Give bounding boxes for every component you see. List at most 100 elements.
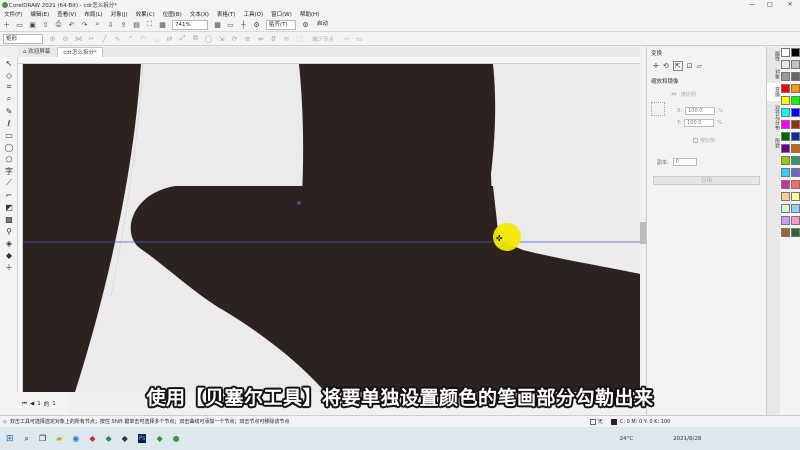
node-add-icon[interactable]: ⊕: [48, 34, 57, 43]
palette-swatch[interactable]: [790, 71, 800, 81]
size-icon[interactable]: ⊡: [687, 62, 693, 70]
menu-bitmaps[interactable]: 位图(B): [163, 10, 182, 18]
lock-ratio-checkbox[interactable]: [693, 138, 698, 143]
upload-icon[interactable]: ⇧: [41, 20, 50, 29]
palette-swatch[interactable]: [790, 59, 800, 69]
palette-swatch[interactable]: [790, 107, 800, 117]
menu-table[interactable]: 表格(T): [217, 10, 236, 18]
add-tool-icon[interactable]: ＋: [2, 261, 16, 273]
explorer-icon[interactable]: ▰: [56, 434, 62, 443]
mirror-horizontal-icon[interactable]: ⇹: [671, 90, 677, 98]
side-tab-align[interactable]: 对齐与分布: [767, 101, 781, 134]
palette-swatch[interactable]: [780, 191, 790, 201]
drop-shadow-icon[interactable]: ◩: [2, 201, 16, 213]
side-tab-transform[interactable]: 变换: [767, 83, 781, 101]
smooth-node-icon[interactable]: ◠: [139, 34, 148, 43]
zoom-dropdown[interactable]: 741%: [172, 19, 208, 30]
tab-welcome[interactable]: ⌂ 欢迎屏幕: [18, 47, 55, 57]
maximize-button[interactable]: □: [762, 0, 778, 9]
palette-swatch[interactable]: [780, 179, 790, 189]
zoom-tool-icon[interactable]: ⌕: [2, 93, 16, 105]
app-icon-4[interactable]: ◆: [156, 434, 162, 443]
export-icon[interactable]: ⇪: [119, 20, 128, 29]
artistic-media-icon[interactable]: ℓ: [2, 117, 16, 129]
align-nodes-icon[interactable]: ≡: [243, 34, 252, 43]
menu-effects[interactable]: 效果(C): [136, 10, 155, 18]
bezier-traced-stroke[interactable]: [130, 186, 640, 392]
launch-dropdown[interactable]: 启动: [315, 20, 345, 30]
palette-swatch[interactable]: [790, 95, 800, 105]
menu-layout[interactable]: 布局(L): [84, 10, 102, 18]
palette-swatch[interactable]: [790, 119, 800, 129]
palette-swatch[interactable]: [780, 167, 790, 177]
reduce-nodes-label[interactable]: 减少节点: [312, 35, 334, 43]
elastic-mode-icon[interactable]: ≋: [282, 34, 291, 43]
print-icon[interactable]: ⎙: [54, 20, 63, 29]
pick-tool-icon[interactable]: ↖: [2, 57, 16, 69]
symmetric-node-icon[interactable]: ◡: [152, 34, 161, 43]
mirror-v-icon[interactable]: ⇵: [269, 34, 278, 43]
glyph-artwork[interactable]: [23, 64, 640, 392]
rectangle-tool-icon[interactable]: ▭: [2, 129, 16, 141]
interactive-fill-icon[interactable]: ◈: [2, 237, 16, 249]
to-line-icon[interactable]: ╱: [100, 34, 109, 43]
guides-icon[interactable]: ┼: [239, 20, 248, 29]
palette-swatch[interactable]: [790, 203, 800, 213]
text-tool-icon[interactable]: 字: [2, 165, 16, 177]
palette-swatch[interactable]: [790, 155, 800, 165]
palette-swatch[interactable]: [780, 119, 790, 129]
menu-edit[interactable]: 编辑(E): [30, 10, 49, 18]
extract-subpath-icon[interactable]: ⧉: [191, 34, 200, 43]
extend-curve-icon[interactable]: ⤢: [178, 34, 187, 43]
palette-swatch[interactable]: [780, 155, 790, 165]
save-icon[interactable]: ▣: [28, 20, 37, 29]
parallel-dimension-icon[interactable]: ⟋: [2, 177, 16, 189]
apply-button[interactable]: 应用: [653, 176, 760, 185]
menu-text[interactable]: 文本(X): [190, 10, 209, 18]
horizontal-ruler[interactable]: [18, 57, 640, 64]
palette-swatch[interactable]: [780, 131, 790, 141]
node-remove-icon[interactable]: ⊖: [61, 34, 70, 43]
undo-icon[interactable]: ↶: [67, 20, 76, 29]
connector-tool-icon[interactable]: ⌐: [2, 189, 16, 201]
stretch-icon[interactable]: ⇲: [217, 34, 226, 43]
search-icon[interactable]: ⌕: [93, 20, 102, 29]
shape-tool-icon[interactable]: ◇: [2, 69, 16, 81]
cusp-node-icon[interactable]: ⌃: [126, 34, 135, 43]
ellipse-tool-icon[interactable]: ◯: [2, 141, 16, 153]
palette-swatch[interactable]: [790, 143, 800, 153]
palette-swatch[interactable]: [780, 143, 790, 153]
polygon-tool-icon[interactable]: ⬠: [2, 153, 16, 165]
rotate-nodes-icon[interactable]: ⟳: [230, 34, 239, 43]
menu-tools[interactable]: 工具(O): [244, 10, 264, 18]
import-icon[interactable]: ⇩: [106, 20, 115, 29]
taskbar-search-icon[interactable]: ⌕: [25, 434, 29, 444]
palette-swatch[interactable]: [790, 167, 800, 177]
minimize-button[interactable]: —: [744, 0, 760, 9]
menu-view[interactable]: 查看(V): [57, 10, 76, 18]
new-document-icon[interactable]: ＋: [2, 20, 11, 29]
tab-document[interactable]: cdr怎么拆分*: [57, 47, 103, 57]
palette-swatch[interactable]: [780, 203, 790, 213]
to-curve-icon[interactable]: ∿: [113, 34, 122, 43]
smart-fill-icon[interactable]: ◆: [2, 249, 16, 261]
side-tab-properties[interactable]: 属性: [767, 47, 781, 65]
options-gear-icon[interactable]: ⚙: [301, 20, 310, 29]
settings-icon[interactable]: ⚙: [252, 20, 261, 29]
palette-swatch[interactable]: [790, 179, 800, 189]
copies-input[interactable]: 0: [672, 158, 697, 166]
palette-swatch[interactable]: [780, 227, 790, 237]
join-nodes-icon[interactable]: ⋈: [74, 34, 83, 43]
app-icon-3[interactable]: ◆: [122, 434, 128, 443]
task-view-icon[interactable]: ❐: [39, 434, 46, 443]
fill-swatch[interactable]: [589, 418, 596, 425]
menu-window[interactable]: 窗口(W): [271, 10, 292, 18]
y-scale-input[interactable]: 100.0: [684, 119, 715, 127]
reverse-direction-icon[interactable]: ⇄: [165, 34, 174, 43]
drawing-canvas[interactable]: [23, 64, 640, 392]
snap-dropdown[interactable]: 贴齐(T): [266, 19, 296, 30]
redo-icon[interactable]: ↷: [80, 20, 89, 29]
palette-swatch[interactable]: [790, 215, 800, 225]
rotate-icon[interactable]: ⟲: [663, 62, 669, 70]
rulers-icon[interactable]: ▭: [226, 20, 235, 29]
